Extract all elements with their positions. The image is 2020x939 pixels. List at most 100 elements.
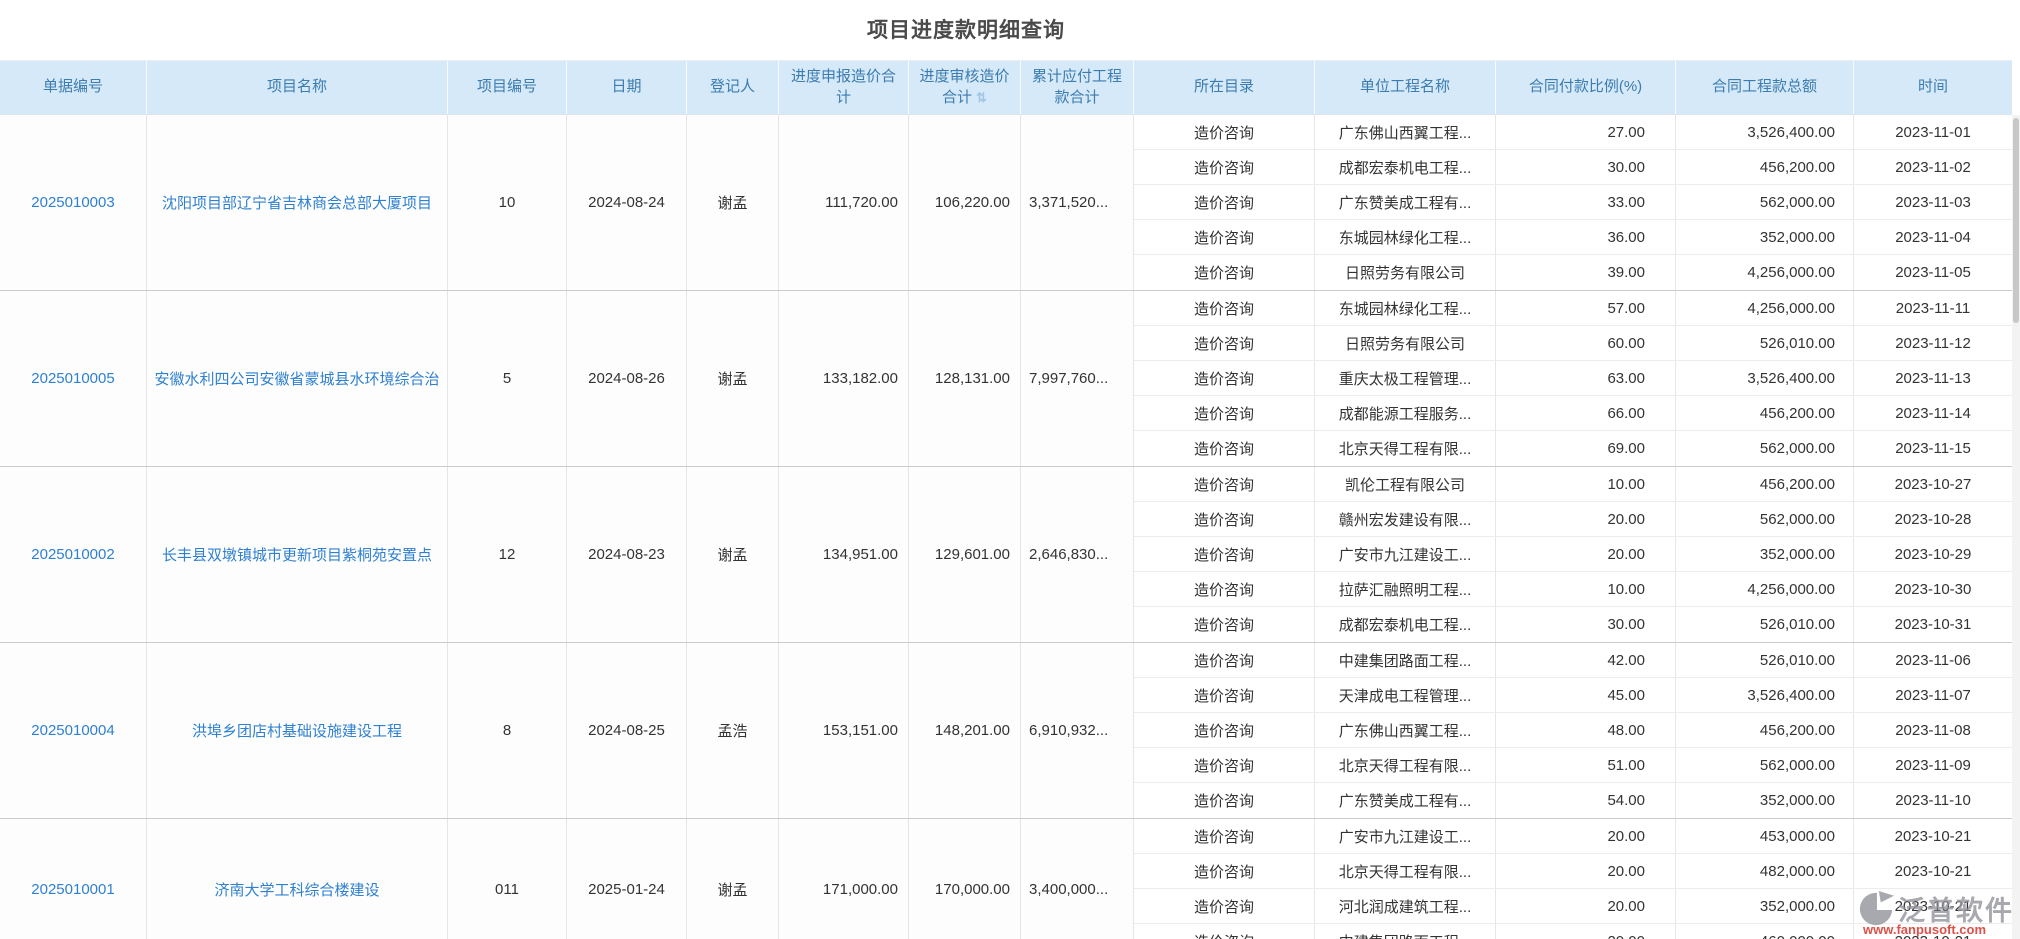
unit-project-cell: 广东佛山西翼工程... <box>1315 115 1496 149</box>
detail-row: 造价咨询 成都宏泰机电工程... 30.00 526,010.00 2023-1… <box>1134 607 2012 642</box>
registrant-cell: 谢孟 <box>687 819 779 939</box>
directory-cell: 造价咨询 <box>1134 361 1315 395</box>
directory-cell: 造价咨询 <box>1134 537 1315 571</box>
pay-ratio-cell: 20.00 <box>1496 889 1676 923</box>
contract-total-cell: 456,200.00 <box>1676 396 1854 430</box>
col-header-doc-no[interactable]: 单据编号 <box>0 61 147 114</box>
col-header-project-no[interactable]: 项目编号 <box>448 61 567 114</box>
detail-row: 造价咨询 凯伦工程有限公司 10.00 456,200.00 2023-10-2… <box>1134 467 2012 502</box>
pay-ratio-cell: 20.00 <box>1496 502 1676 536</box>
col-header-date[interactable]: 日期 <box>567 61 687 114</box>
directory-cell: 造价咨询 <box>1134 713 1315 747</box>
scrollbar-thumb[interactable] <box>2013 118 2019 323</box>
col-header-declared-total[interactable]: 进度申报造价合计 <box>779 61 909 114</box>
project-no-cell: 12 <box>448 467 567 642</box>
contract-total-cell: 562,000.00 <box>1676 748 1854 782</box>
directory-cell: 造价咨询 <box>1134 783 1315 818</box>
directory-cell: 造价咨询 <box>1134 467 1315 501</box>
doc-no-cell: 2025010003 <box>0 115 147 290</box>
col-header-project-name[interactable]: 项目名称 <box>147 61 448 114</box>
date-cell: 2024-08-25 <box>567 643 687 818</box>
col-header-time[interactable]: 时间 <box>1854 61 2012 114</box>
col-header-cumulative-payable[interactable]: 累计应付工程款合计 <box>1021 61 1134 114</box>
pay-ratio-cell: 20.00 <box>1496 537 1676 571</box>
pay-ratio-cell: 39.00 <box>1496 255 1676 290</box>
registrant-cell: 谢孟 <box>687 467 779 642</box>
project-name-link[interactable]: 安徽水利四公司安徽省蒙城县水环境综合治 <box>154 368 439 389</box>
col-header-audited-total[interactable]: 进度审核造价合计⇅ <box>909 61 1021 114</box>
time-cell: 2023-11-08 <box>1854 713 2012 747</box>
unit-project-cell: 广安市九江建设工... <box>1315 537 1496 571</box>
time-cell: 2023-11-01 <box>1854 115 2012 149</box>
detail-row: 造价咨询 赣州宏发建设有限... 20.00 562,000.00 2023-1… <box>1134 502 2012 537</box>
doc-no-cell: 2025010002 <box>0 467 147 642</box>
contract-total-cell: 453,000.00 <box>1676 819 1854 853</box>
cumulative-payable-cell: 7,997,760... <box>1021 291 1134 466</box>
doc-no-link[interactable]: 2025010003 <box>31 194 114 211</box>
detail-row: 造价咨询 广东佛山西翼工程... 27.00 3,526,400.00 2023… <box>1134 115 2012 150</box>
pay-ratio-cell: 20.00 <box>1496 924 1676 939</box>
directory-cell: 造价咨询 <box>1134 326 1315 360</box>
doc-no-link[interactable]: 2025010002 <box>31 546 114 563</box>
project-group-row: 2025010004 洪埠乡团店村基础设施建设工程 8 2024-08-25 孟… <box>0 643 2012 819</box>
detail-row: 造价咨询 拉萨汇融照明工程... 10.00 4,256,000.00 2023… <box>1134 572 2012 607</box>
project-name-link[interactable]: 济南大学工科综合楼建设 <box>214 879 379 900</box>
directory-cell: 造价咨询 <box>1134 255 1315 290</box>
unit-project-cell: 广东赞美成工程有... <box>1315 185 1496 219</box>
col-header-directory[interactable]: 所在目录 <box>1134 61 1315 114</box>
pay-ratio-cell: 63.00 <box>1496 361 1676 395</box>
pay-ratio-cell: 10.00 <box>1496 572 1676 606</box>
project-no-cell: 011 <box>448 819 567 939</box>
contract-total-cell: 526,010.00 <box>1676 326 1854 360</box>
pay-ratio-cell: 33.00 <box>1496 185 1676 219</box>
project-name-link[interactable]: 长丰县双墩镇城市更新项目紫桐苑安置点 <box>162 544 432 565</box>
time-cell: 2023-10-21 <box>1854 819 2012 853</box>
contract-total-cell: 352,000.00 <box>1676 783 1854 818</box>
detail-row: 造价咨询 广安市九江建设工... 20.00 453,000.00 2023-1… <box>1134 819 2012 854</box>
registrant-cell: 谢孟 <box>687 115 779 290</box>
unit-project-cell: 成都能源工程服务... <box>1315 396 1496 430</box>
directory-cell: 造价咨询 <box>1134 819 1315 853</box>
vertical-scrollbar[interactable] <box>2012 115 2020 939</box>
pay-ratio-cell: 42.00 <box>1496 643 1676 677</box>
project-name-link[interactable]: 洪埠乡团店村基础设施建设工程 <box>192 720 402 741</box>
audited-total-cell: 106,220.00 <box>909 115 1021 290</box>
time-cell: 2023-11-04 <box>1854 220 2012 254</box>
time-cell: 2023-11-15 <box>1854 431 2012 466</box>
subrows: 造价咨询 中建集团路面工程... 42.00 526,010.00 2023-1… <box>1134 643 2012 818</box>
unit-project-cell: 广东赞美成工程有... <box>1315 783 1496 818</box>
pay-ratio-cell: 27.00 <box>1496 115 1676 149</box>
date-cell: 2025-01-24 <box>567 819 687 939</box>
directory-cell: 造价咨询 <box>1134 185 1315 219</box>
doc-no-link[interactable]: 2025010004 <box>31 722 114 739</box>
project-name-cell: 洪埠乡团店村基础设施建设工程 <box>147 643 448 818</box>
project-name-link[interactable]: 沈阳项目部辽宁省吉林商会总部大厦项目 <box>162 192 432 213</box>
contract-total-cell: 562,000.00 <box>1676 185 1854 219</box>
sort-icon[interactable]: ⇅ <box>976 89 987 107</box>
audited-total-cell: 128,131.00 <box>909 291 1021 466</box>
col-header-contract-total[interactable]: 合同工程款总额 <box>1676 61 1854 114</box>
unit-project-cell: 拉萨汇融照明工程... <box>1315 572 1496 606</box>
unit-project-cell: 日照劳务有限公司 <box>1315 326 1496 360</box>
col-header-pay-ratio[interactable]: 合同付款比例(%) <box>1496 61 1676 114</box>
col-header-registrant[interactable]: 登记人 <box>687 61 779 114</box>
directory-cell: 造价咨询 <box>1134 748 1315 782</box>
time-cell: 2023-11-09 <box>1854 748 2012 782</box>
page: 项目进度款明细查询 单据编号 项目名称 项目编号 日期 登记人 进度申报造价合计… <box>0 0 2020 939</box>
cumulative-payable-cell: 3,400,000... <box>1021 819 1134 939</box>
detail-row: 造价咨询 北京天得工程有限... 69.00 562,000.00 2023-1… <box>1134 431 2012 466</box>
pay-ratio-cell: 51.00 <box>1496 748 1676 782</box>
unit-project-cell: 北京天得工程有限... <box>1315 431 1496 466</box>
table-body: 2025010003 沈阳项目部辽宁省吉林商会总部大厦项目 10 2024-08… <box>0 115 2012 939</box>
project-no-cell: 10 <box>448 115 567 290</box>
contract-total-cell: 3,526,400.00 <box>1676 361 1854 395</box>
col-header-unit-project[interactable]: 单位工程名称 <box>1315 61 1496 114</box>
declared-total-cell: 133,182.00 <box>779 291 909 466</box>
contract-total-cell: 4,256,000.00 <box>1676 572 1854 606</box>
unit-project-cell: 重庆太极工程管理... <box>1315 361 1496 395</box>
contract-total-cell: 352,000.00 <box>1676 537 1854 571</box>
doc-no-link[interactable]: 2025010001 <box>31 881 114 898</box>
doc-no-link[interactable]: 2025010005 <box>31 370 114 387</box>
doc-no-cell: 2025010001 <box>0 819 147 939</box>
declared-total-cell: 153,151.00 <box>779 643 909 818</box>
